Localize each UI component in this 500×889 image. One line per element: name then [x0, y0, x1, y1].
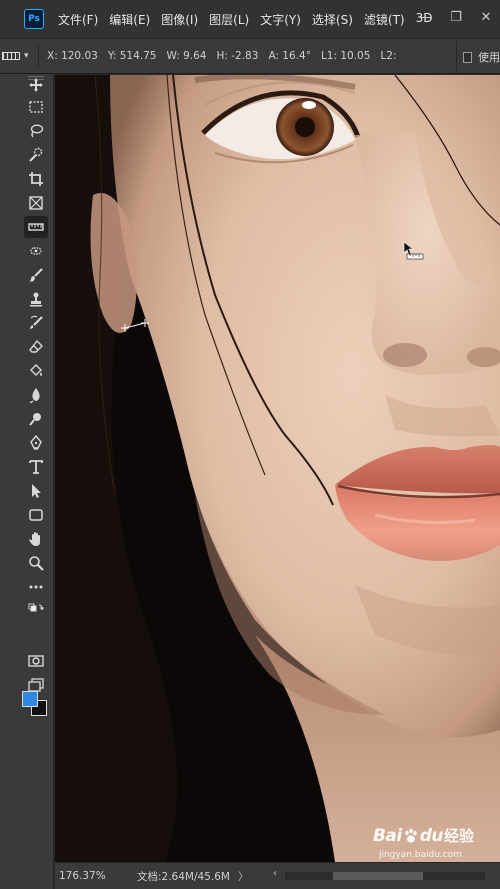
zoom-icon[interactable]: [24, 552, 48, 574]
status-menu-arrow[interactable]: 〉: [238, 869, 249, 884]
menu-edit[interactable]: 编辑(E): [109, 11, 150, 28]
measure-length-2: L2:: [380, 50, 397, 62]
blur-icon[interactable]: [24, 384, 48, 406]
watermark-brand: Bai: [372, 825, 402, 846]
divider: [38, 44, 39, 68]
move-tool-icon[interactable]: [24, 74, 48, 96]
menu-bar: Ps 文件(F) 编辑(E) 图像(I) 图层(L) 文字(Y) 选择(S) 滤…: [0, 0, 500, 38]
frame-icon[interactable]: [24, 192, 48, 214]
swap-colors-icon[interactable]: [24, 598, 48, 620]
chevron-down-icon: ▾: [24, 51, 29, 61]
restore-button[interactable]: ❐: [442, 6, 470, 28]
watermark-brand-2: du: [419, 825, 444, 846]
tools-panel: [0, 74, 54, 889]
menu-filter[interactable]: 滤镜(T): [364, 11, 405, 28]
hand-icon[interactable]: [24, 528, 48, 550]
use-label: 使用: [478, 51, 500, 64]
scroll-thumb[interactable]: [333, 872, 423, 880]
watermark-url: jingyan.baidu.com: [378, 850, 462, 860]
measure-height: H: -2.83: [216, 50, 259, 62]
spot-healing-icon[interactable]: [24, 240, 48, 262]
brush-icon[interactable]: [24, 264, 48, 286]
close-button[interactable]: ✕: [472, 6, 500, 28]
more-tools-icon[interactable]: [24, 576, 48, 598]
history-brush-icon[interactable]: [24, 312, 48, 334]
crop-icon[interactable]: [24, 168, 48, 190]
baidu-watermark: Bai du 经验: [373, 825, 474, 846]
menu-file[interactable]: 文件(F): [58, 11, 98, 28]
lasso-tool-icon[interactable]: [24, 120, 48, 142]
tool-preset-picker[interactable]: ▾: [0, 44, 34, 68]
measure-angle: A: 16.4°: [268, 50, 311, 62]
measure-width: W: 9.64: [166, 50, 207, 62]
paw-icon: [404, 828, 417, 843]
measure-y: Y: 514.75: [107, 50, 157, 62]
quick-mask-icon[interactable]: [24, 650, 48, 672]
measure-length-1: L1: 10.05: [320, 50, 371, 62]
eraser-icon[interactable]: [24, 336, 48, 358]
options-bar: ▾ X: 120.03 Y: 514.75 W: 9.64 H: -2.83 A…: [0, 38, 500, 75]
menu-type[interactable]: 文字(Y): [260, 11, 301, 28]
marquee-tool-icon[interactable]: [24, 96, 48, 118]
path-selection-icon[interactable]: [24, 480, 48, 502]
ruler-icon: [2, 52, 20, 60]
status-bar: 176.37% 文档:2.64M/45.6M 〉 ‹: [55, 862, 500, 889]
portrait-photo: [55, 75, 500, 862]
use-measurement-scale[interactable]: 使用: [456, 39, 500, 75]
watermark-product: 经验: [443, 827, 474, 845]
document-canvas[interactable]: Bai du 经验 jingyan.baidu.com: [55, 75, 500, 862]
foreground-color-swatch[interactable]: [22, 691, 38, 707]
quick-selection-icon[interactable]: [24, 144, 48, 166]
pen-icon[interactable]: [24, 432, 48, 454]
window-controls: — ❐ ✕: [410, 6, 500, 28]
dodge-icon[interactable]: [24, 408, 48, 430]
document-size: 文档:2.64M/45.6M: [137, 870, 230, 883]
use-checkbox[interactable]: [463, 51, 472, 63]
horizontal-scrollbar[interactable]: ‹: [273, 868, 498, 882]
measure-x: X: 120.03: [47, 50, 98, 62]
main-menu: 文件(F) 编辑(E) 图像(I) 图层(L) 文字(Y) 选择(S) 滤镜(T…: [58, 11, 443, 28]
scroll-left-arrow[interactable]: ‹: [273, 868, 277, 879]
zoom-level[interactable]: 176.37%: [59, 870, 123, 882]
paint-bucket-icon[interactable]: [24, 360, 48, 382]
menu-image[interactable]: 图像(I): [161, 11, 198, 28]
ruler-measurements: X: 120.03 Y: 514.75 W: 9.64 H: -2.83 A: …: [47, 50, 407, 62]
type-icon[interactable]: [24, 456, 48, 478]
clone-stamp-icon[interactable]: [24, 288, 48, 310]
rectangle-icon[interactable]: [24, 504, 48, 526]
minimize-button[interactable]: —: [412, 6, 440, 28]
ruler-tool-icon[interactable]: [24, 216, 48, 238]
menu-select[interactable]: 选择(S): [312, 11, 353, 28]
photoshop-logo: Ps: [24, 9, 44, 29]
menu-layer[interactable]: 图层(L): [209, 11, 249, 28]
